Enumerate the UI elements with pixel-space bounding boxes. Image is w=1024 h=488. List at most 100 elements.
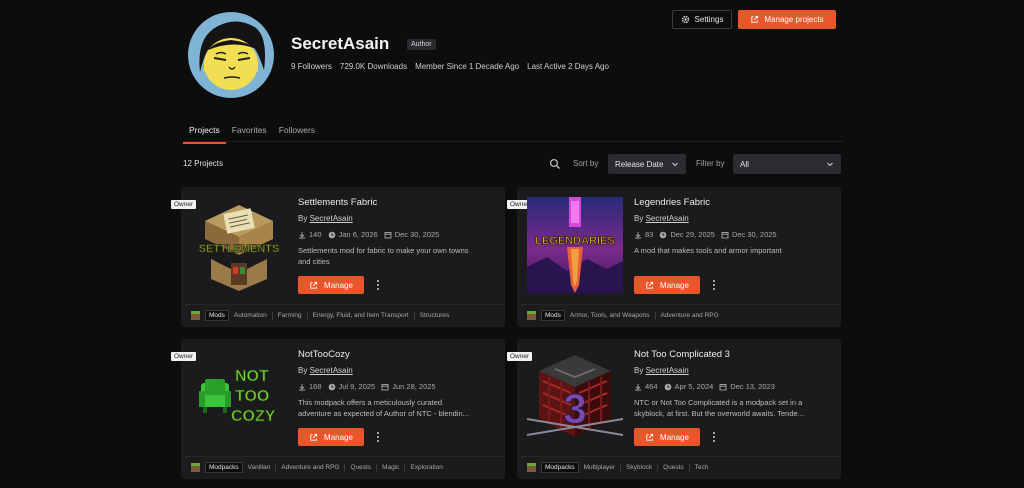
category-tag[interactable]: Structures: [420, 312, 450, 319]
category-tag[interactable]: Quests: [350, 464, 371, 471]
project-title[interactable]: Legendries Fabric: [634, 197, 710, 208]
manage-button[interactable]: Manage: [298, 428, 364, 446]
clock-icon: [660, 231, 667, 238]
category-tag[interactable]: Farming: [278, 312, 302, 319]
download-count: 464: [645, 382, 658, 391]
project-thumbnail[interactable]: NOT TOO COZY: [191, 349, 287, 445]
category-tag[interactable]: Vanillan: [248, 464, 271, 471]
category-tag[interactable]: Armor, Tools, and Weapons: [570, 312, 650, 319]
project-title[interactable]: Not Too Complicated 3: [634, 349, 730, 360]
project-author: By SecretAsain: [298, 214, 353, 223]
last-active: Last Active 2 Days Ago: [527, 62, 609, 71]
tabs-divider: [183, 141, 843, 142]
settings-button[interactable]: Settings: [672, 10, 732, 29]
category-tag[interactable]: Adventure and RPG: [661, 312, 719, 319]
manage-button[interactable]: Manage: [634, 276, 700, 294]
project-title[interactable]: Settlements Fabric: [298, 197, 377, 208]
category-tag[interactable]: Automation: [234, 312, 267, 319]
manage-projects-button[interactable]: Manage projects: [738, 10, 836, 29]
project-thumbnail[interactable]: 3: [526, 349, 624, 445]
project-description: This modpack offers a meticulously curat…: [298, 398, 469, 418]
download-count: 140: [309, 230, 322, 239]
category-tag[interactable]: Quests: [663, 464, 684, 471]
followers-count: 9 Followers: [291, 62, 332, 71]
project-type-tag[interactable]: Mods: [205, 310, 229, 321]
avatar[interactable]: [188, 12, 274, 98]
profile-header: SecretAsain Author 9 Followers 729.0K Do…: [183, 10, 843, 110]
project-meta: 83 Dec 29, 2025 Dec 30, 2025: [634, 230, 777, 239]
more-options-icon[interactable]: [375, 431, 381, 443]
grass-block-icon: [191, 311, 200, 320]
downloads-count: 729.0K Downloads: [339, 62, 408, 71]
sort-dropdown[interactable]: Release Date: [608, 154, 686, 174]
category-tag[interactable]: Multiplayer: [584, 464, 615, 471]
category-tag[interactable]: Exploration: [410, 464, 443, 471]
calendar-icon: [384, 231, 392, 238]
download-count: 168: [309, 382, 322, 391]
released-date: Apr 5, 2024: [674, 382, 714, 391]
profile-tabs: Projects Favorites Followers: [183, 122, 321, 144]
more-options-icon[interactable]: [375, 279, 381, 291]
download-icon: [299, 383, 305, 390]
filter-label: Filter by: [696, 159, 725, 168]
project-thumbnail[interactable]: LEGENDARIES: [527, 197, 623, 293]
calendar-icon: [721, 231, 729, 238]
tab-projects[interactable]: Projects: [183, 122, 226, 144]
ntc-logo-number: 3: [563, 385, 586, 432]
project-card[interactable]: Owner 3 Not Too Complicated 3 By SecretA…: [507, 339, 841, 479]
manage-button[interactable]: Manage: [298, 276, 364, 294]
project-meta: 140 Jan 6, 2026 Dec 30, 2025: [298, 230, 439, 239]
updated-date: Dec 30, 2025: [731, 230, 777, 239]
category-tag[interactable]: Adventure and RPG: [281, 464, 339, 471]
project-title[interactable]: NotTooCozy: [298, 349, 350, 360]
author-link[interactable]: SecretAsain: [646, 366, 689, 375]
cozy-logo-line: TOO: [235, 388, 269, 405]
project-meta: 464 Apr 5, 2024 Dec 13, 2023: [634, 382, 775, 391]
filter-dropdown[interactable]: All: [733, 154, 841, 174]
sort-value: Release Date: [615, 160, 664, 169]
updated-date: Dec 13, 2023: [730, 382, 775, 391]
member-since: Member Since 1 Decade Ago: [415, 62, 520, 71]
grass-block-icon: [527, 463, 536, 472]
project-count: 12 Projects: [183, 159, 224, 168]
project-card[interactable]: Owner SETTLEMENTS Settlements Fabric By …: [171, 187, 505, 327]
project-tags: Modpacks Multiplayer Skyblock Quests Tec…: [527, 462, 708, 473]
author-link[interactable]: SecretAsain: [310, 366, 353, 375]
download-icon: [635, 383, 641, 390]
project-card[interactable]: Owner NOT TOO COZY NotTooCozy By SecretA…: [171, 339, 505, 479]
tab-followers[interactable]: Followers: [273, 122, 321, 142]
project-type-tag[interactable]: Modpacks: [541, 462, 579, 473]
project-type-tag[interactable]: Mods: [541, 310, 565, 321]
project-description: Settlements mod for fabric to make your …: [298, 246, 469, 266]
manage-projects-label: Manage projects: [764, 15, 824, 24]
search-icon[interactable]: [549, 158, 561, 170]
manage-button[interactable]: Manage: [634, 428, 700, 446]
profile-name: SecretAsain: [291, 34, 390, 53]
project-type-tag[interactable]: Modpacks: [205, 462, 243, 473]
category-tag[interactable]: Tech: [695, 464, 709, 471]
cozy-logo-line: COZY: [231, 408, 276, 425]
author-link[interactable]: SecretAsain: [310, 214, 353, 223]
gear-icon: [681, 15, 689, 24]
manage-button-label: Manage: [324, 280, 353, 290]
category-tag[interactable]: Skyblock: [626, 464, 652, 471]
tab-favorites[interactable]: Favorites: [226, 122, 273, 142]
profile-stats: 9 Followers 729.0K Downloads Member Sinc…: [291, 62, 609, 71]
download-icon: [635, 231, 641, 238]
author-badge: Author: [407, 39, 436, 50]
category-tag[interactable]: Energy, Fluid, and Item Transport: [313, 312, 409, 319]
category-tag[interactable]: Magic: [382, 464, 399, 471]
project-thumbnail[interactable]: SETTLEMENTS: [191, 197, 287, 293]
project-card[interactable]: Owner LEGENDARIES Legendries Fabric By S…: [507, 187, 841, 327]
card-divider: [517, 456, 841, 457]
external-link-icon: [646, 281, 654, 289]
more-options-icon[interactable]: [711, 279, 717, 291]
chevron-down-icon: [672, 162, 678, 167]
calendar-icon: [381, 383, 389, 390]
projects-toolbar: 12 Projects Sort by Release Date Filter …: [183, 154, 843, 174]
settlements-logo-text: SETTLEMENTS: [199, 243, 280, 255]
calendar-icon: [719, 383, 727, 390]
more-options-icon[interactable]: [711, 431, 717, 443]
external-link-icon: [646, 433, 654, 441]
author-link[interactable]: SecretAsain: [646, 214, 689, 223]
